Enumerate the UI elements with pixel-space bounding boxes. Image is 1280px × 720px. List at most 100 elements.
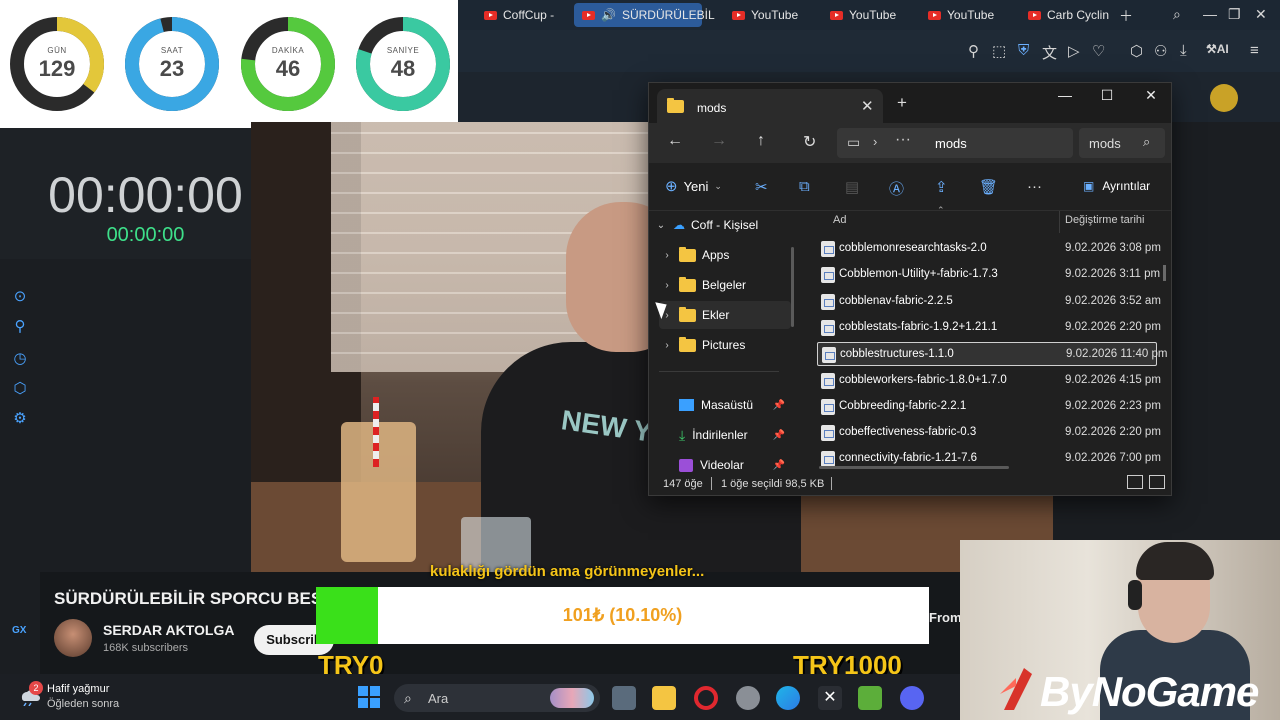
jar-file-icon [821,267,835,284]
new-button[interactable]: ⊕ Yeni ⌄ [665,177,722,195]
file-row[interactable]: Cobbreeding-fabric-2.2.1 9.02.2026 2:23 p… [817,395,1161,419]
delete-icon[interactable]: 🗑 [979,178,998,196]
pin-icon[interactable]: ⚲ [968,42,979,60]
shield-icon[interactable]: ⛨ [1018,42,1029,59]
heart-icon[interactable]: ♡ [1092,42,1105,60]
details-button[interactable]: ▣ Ayrıntılar [1083,179,1150,193]
windows-start-icon[interactable] [358,686,380,708]
extension-icon[interactable]: ⬡ [1130,42,1143,60]
details-view-icon[interactable] [1127,475,1143,489]
weather-title[interactable]: Hafif yağmur [47,683,109,695]
nav-scrollbar[interactable] [791,247,794,327]
screenshot-icon[interactable]: ⬚ [992,42,1006,60]
forward-icon[interactable]: → [711,132,727,150]
file-date: 9.02.2026 3:08 pm [1065,242,1161,254]
horizontal-scrollbar[interactable] [819,466,1009,469]
translate-icon[interactable]: 文 [1042,42,1057,63]
nav-item-label: Apps [702,248,730,262]
nav-item-belgeler[interactable]: › Belgeler [659,271,791,299]
browser-tab[interactable]: CoffCup - [476,3,562,27]
file-explorer-icon[interactable] [652,686,676,710]
column-separator[interactable] [1059,211,1060,233]
avatar[interactable] [1210,84,1238,112]
copy-icon[interactable]: ⧉ [799,178,810,195]
browser-tab[interactable]: YouTube [724,3,806,27]
play-icon[interactable]: ▷ [1068,42,1080,60]
minecraft-icon[interactable] [858,686,882,710]
close-icon[interactable]: ✕ [1255,6,1267,23]
gear-icon[interactable]: ⚙ [10,409,30,427]
close-tab-icon[interactable]: ✕ [861,97,874,115]
play-circle-icon[interactable]: ⊙ [10,287,30,305]
paste-icon[interactable]: ▤ [845,178,859,196]
file-row[interactable]: cobbleworkers-fabric-1.8.0+1.7.0 9.02.202… [817,369,1161,393]
minimize-icon[interactable]: — [1203,6,1217,22]
nav-item-apps[interactable]: › Apps [659,241,791,269]
browser-tab[interactable]: YouTube [920,3,1002,27]
up-icon[interactable]: ↑ [757,132,765,150]
nav-divider [659,371,779,372]
file-date: 9.02.2026 3:52 am [1065,294,1161,307]
nav-item-onedrive[interactable]: ⌄ ☁ Coff - Kişisel [653,211,785,239]
file-row[interactable]: cobeffectiveness-fabric-0.3 9.02.2026 2:2… [817,421,1161,445]
search-icon[interactable]: ⌕ [1173,6,1181,23]
file-row-selected[interactable]: cobblestructures-1.1.0 9.02.2026 11:40 pm [817,342,1167,367]
channel-avatar[interactable] [54,619,92,657]
edge-icon[interactable] [776,686,800,710]
maximize-icon[interactable]: ☐ [1089,87,1125,107]
nav-item-pictures[interactable]: › Pictures [659,331,791,359]
download-icon[interactable]: ⤓ [1180,42,1187,59]
ai-button[interactable]: ⚒AI [1206,42,1229,56]
file-scrollbar[interactable] [1163,265,1166,281]
close-icon[interactable]: ✕ [1133,87,1169,107]
more-options-icon[interactable]: ··· [1027,178,1042,195]
file-row[interactable]: cobblenav-fabric-2.2.5 9.02.2026 3:52 am [817,290,1161,314]
file-row[interactable]: Cobblemon-Utility+-fabric-1.7.3 9.02.2026… [817,263,1160,287]
jar-file-icon [821,293,835,310]
refresh-icon[interactable]: ↻ [803,132,816,152]
channel-name[interactable]: SERDAR AKTOLGA [103,622,234,638]
minimize-icon[interactable]: — [1047,87,1083,107]
search-highlight-icon [550,688,594,708]
tiles-view-icon[interactable] [1149,475,1165,489]
file-row[interactable]: cobblestats-fabric-1.9.2+1.21.1 9.02.2026… [817,316,1161,340]
file-name: cobblestructures-1.1.0 [840,348,954,361]
browser-tab[interactable]: Carb Cyclin [1020,3,1117,27]
account-icon[interactable]: ⚇ [1154,42,1167,60]
new-tab-icon[interactable]: + [897,93,907,113]
browser-tab-active[interactable]: 🔊 SÜRDÜRÜLEBİL [574,3,715,27]
explorer-search-input[interactable]: mods ⌕ [1079,128,1165,158]
maximize-icon[interactable]: ❐ [1228,6,1241,23]
discord-icon[interactable] [900,686,924,710]
share-icon[interactable]: ⇪ [935,178,948,196]
countdown-hours: SAAT 23 [124,16,220,112]
column-date[interactable]: Değiştirme tarihi [1065,214,1144,226]
explorer-search-text: mods [1089,136,1121,151]
browser-tab[interactable]: YouTube [822,3,904,27]
new-tab-icon[interactable]: ＋ [1119,6,1133,26]
steam-icon[interactable] [736,686,760,710]
nav-item-label: Ekler [702,308,730,322]
file-row[interactable]: cobblemonresearchtasks-2.0 9.02.2026 3:08… [817,237,1161,261]
task-view-icon[interactable] [612,686,636,710]
address-bar[interactable]: ▭ › ··· mods [837,128,1073,158]
countdown-widget: GÜN 129 SAAT 23 DAKİKA 46 SANİYE 48 [0,0,458,128]
pin-icon[interactable]: ⚲ [10,317,30,335]
more-icon[interactable]: ··· [895,131,911,149]
stopwatch-widget: 00:00:00 00:00:00 [0,128,291,259]
column-name[interactable]: Ad [833,214,846,226]
opera-icon[interactable] [694,686,718,710]
capcut-icon[interactable]: ✕ [818,686,842,710]
extension-icon[interactable]: ⬡ [10,379,30,397]
cut-icon[interactable]: ✂ [755,178,768,196]
nav-item-downloads[interactable]: ⤓ İndirilenler 📌 [679,421,787,449]
back-icon[interactable]: ← [667,132,683,150]
left-mini-label[interactable]: GX [12,625,26,636]
rename-icon[interactable]: Ⓐ [889,178,904,199]
taskbar-search[interactable]: ⌕ Ara [394,684,600,712]
nav-item-ekler[interactable]: › Ekler [659,301,791,329]
explorer-tab[interactable]: mods ✕ [657,89,883,123]
menu-icon[interactable]: ≡ [1250,42,1259,59]
nav-item-desktop[interactable]: Masaüstü 📌 [679,391,787,419]
history-icon[interactable]: ◷ [10,349,30,367]
